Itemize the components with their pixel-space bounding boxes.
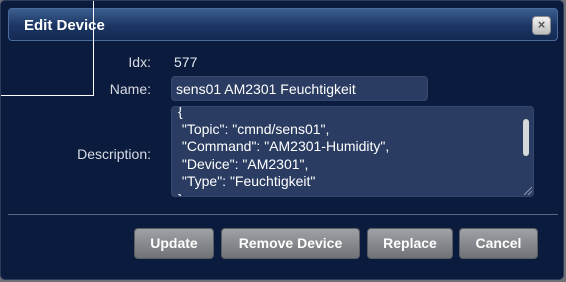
idx-label: Idx:	[128, 54, 151, 70]
remove-device-button[interactable]: Remove Device	[221, 228, 360, 259]
button-separator	[8, 214, 558, 215]
description-text: { "Topic": "cmnd/sens01", "Command": "AM…	[178, 106, 390, 196]
resize-grip-icon[interactable]	[524, 187, 532, 195]
description-scrollbar[interactable]	[523, 119, 529, 156]
edit-device-dialog: Edit Device × Idx: 577 Name: Description…	[0, 0, 564, 280]
name-label: Name:	[109, 81, 151, 97]
description-textarea[interactable]: { "Topic": "cmnd/sens01", "Command": "AM…	[171, 106, 534, 197]
name-input[interactable]	[171, 76, 428, 101]
replace-button[interactable]: Replace	[367, 228, 453, 259]
description-label: Description:	[77, 146, 151, 162]
close-icon: ×	[537, 17, 546, 32]
cancel-button[interactable]: Cancel	[459, 228, 538, 259]
update-button[interactable]: Update	[134, 228, 214, 259]
idx-value: 577	[174, 54, 198, 70]
close-button[interactable]: ×	[532, 16, 551, 35]
dialog-title-bar[interactable]: Edit Device ×	[8, 8, 558, 41]
